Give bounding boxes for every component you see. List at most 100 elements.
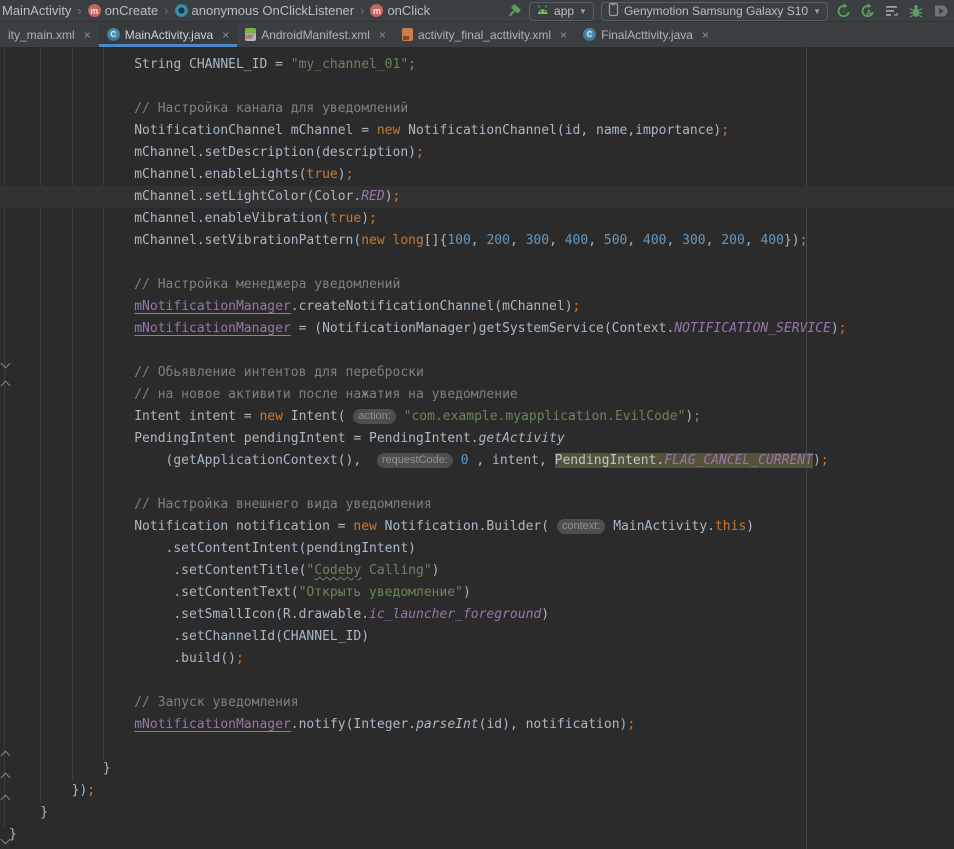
code-segment: NotificationChannel(id, name,importance)	[400, 123, 721, 138]
close-icon[interactable]: ×	[379, 29, 386, 41]
code-line[interactable]: mChannel.enableLights(true);	[9, 164, 954, 186]
close-icon[interactable]: ×	[702, 29, 709, 41]
close-icon[interactable]: ×	[84, 29, 91, 41]
code-segment: mNotificationManager	[134, 321, 291, 336]
code-line[interactable]: // Обьявление интентов для переброски	[9, 362, 954, 384]
chevron-down-icon: ▼	[813, 7, 821, 16]
code-segment: = (NotificationManager)getSystemService(…	[291, 321, 675, 336]
code-line[interactable]	[9, 252, 954, 274]
code-line[interactable]	[9, 670, 954, 692]
tab-label: MainActivity.java	[125, 28, 213, 42]
code-segment: 400	[565, 233, 588, 248]
method-icon: m	[370, 4, 383, 17]
code-line[interactable]: NotificationChannel mChannel = new Notif…	[9, 120, 954, 142]
android-icon	[536, 4, 549, 18]
tab-FinalActtivity.java[interactable]: C FinalActtivity.java ×	[575, 22, 717, 47]
code-line[interactable]: // Настройка менеджера уведомлений	[9, 274, 954, 296]
code-line[interactable]: mChannel.enableVibration(true);	[9, 208, 954, 230]
code-segment: // Обьявление интентов для переброски	[9, 365, 424, 380]
code-segment: }	[9, 761, 111, 776]
code-line[interactable]: mNotificationManager.createNotificationC…	[9, 296, 954, 318]
breadcrumb-item[interactable]: anonymous OnClickListener	[175, 3, 355, 18]
run-config-select[interactable]: app ▼	[529, 2, 594, 21]
code-line-current[interactable]: mChannel.setLightColor(Color.RED);	[0, 186, 954, 208]
code-line[interactable]: // Запуск уведомления	[9, 692, 954, 714]
code-segment: Notification notification =	[9, 519, 353, 534]
breadcrumb-item[interactable]: MainActivity	[2, 3, 71, 18]
code-line[interactable]: // Настройка канала для уведомлений	[9, 98, 954, 120]
close-icon[interactable]: ×	[560, 29, 567, 41]
code-line[interactable]: .setContentText("Открыть уведомление")	[9, 582, 954, 604]
tab-AndroidManifest.xml[interactable]: AndroidManifest.xml×	[237, 22, 394, 47]
code-segment: getActivity	[479, 431, 565, 446]
parameter-hint: action:	[353, 409, 395, 424]
code-line[interactable]: mNotificationManager.notify(Integer.pars…	[9, 714, 954, 736]
code-segment: RED	[361, 189, 384, 204]
profiler-icon[interactable]	[931, 3, 948, 20]
code-line[interactable]: .setContentIntent(pendingIntent)	[9, 538, 954, 560]
code-segment: 500	[604, 233, 627, 248]
build-hammer-icon[interactable]	[505, 3, 522, 20]
class-file-icon: C	[107, 28, 120, 41]
code-line[interactable]: // Настройка внешнего вида уведомления	[9, 494, 954, 516]
code-line[interactable]: .setSmallIcon(R.drawable.ic_launcher_for…	[9, 604, 954, 626]
tab-MainActivity.java[interactable]: C MainActivity.java ×	[99, 22, 238, 47]
tab-activity_final_acttivity.xml[interactable]: activity_final_acttivity.xml×	[394, 22, 575, 47]
breadcrumb-separator: ›	[360, 3, 364, 18]
code-line[interactable]: .setContentTitle("Codeby Calling")	[9, 560, 954, 582]
rerun-icon[interactable]	[835, 3, 852, 20]
code-line[interactable]: String CHANNEL_ID = "my_channel_01";	[9, 54, 954, 76]
apply-changes-icon[interactable]: A	[859, 3, 876, 20]
code-line[interactable]: (getApplicationContext(), requestCode: 0…	[9, 450, 954, 472]
code-area[interactable]: String CHANNEL_ID = "my_channel_01"; // …	[9, 54, 954, 846]
code-line[interactable]: .build();	[9, 648, 954, 670]
code-line[interactable]: }	[9, 758, 954, 780]
code-segment: PendingIntent pendingIntent = PendingInt…	[9, 431, 479, 446]
code-segment: ;	[800, 233, 808, 248]
code-segment: .build()	[9, 651, 236, 666]
breadcrumb-item[interactable]: monClick	[370, 3, 430, 18]
breadcrumb-label: onCreate	[105, 3, 158, 18]
device-select[interactable]: Genymotion Samsung Galaxy S10 ▼	[601, 2, 828, 21]
navigation-bar: MainActivity › m onCreate › anonymous OnClick…	[0, 0, 954, 22]
code-line[interactable]: mNotificationManager = (NotificationMana…	[9, 318, 954, 340]
debug-bug-icon[interactable]	[907, 3, 924, 20]
code-segment: }	[9, 805, 48, 820]
code-segment: ,	[627, 233, 643, 248]
breadcrumb-separator: ›	[77, 3, 81, 18]
chevron-down-icon: ▼	[579, 7, 587, 16]
code-line[interactable]: Notification notification = new Notifica…	[9, 516, 954, 538]
code-segment: ;	[369, 211, 377, 226]
close-icon[interactable]: ×	[222, 29, 229, 41]
code-line[interactable]: }	[9, 824, 954, 846]
parameter-hint: context:	[557, 519, 606, 534]
code-line[interactable]: // на новое активити после нажатия на ув…	[9, 384, 954, 406]
breadcrumb-item[interactable]: m onCreate	[88, 3, 158, 18]
method-icon: m	[88, 4, 101, 17]
tab-label: FinalActtivity.java	[601, 28, 693, 42]
class-file-icon: C	[583, 28, 596, 41]
code-segment: mChannel.setVibrationPattern(	[9, 233, 361, 248]
code-line[interactable]	[9, 76, 954, 98]
code-line[interactable]: .setChannelId(CHANNEL_ID)	[9, 626, 954, 648]
code-line[interactable]: PendingIntent pendingIntent = PendingInt…	[9, 428, 954, 450]
code-line[interactable]	[9, 736, 954, 758]
code-line[interactable]: Intent intent = new Intent( action: "com…	[9, 406, 954, 428]
code-segment: mNotificationManager	[134, 717, 291, 732]
code-segment	[453, 453, 461, 468]
apply-code-changes-icon[interactable]	[883, 3, 900, 20]
tab-ity_main.xml[interactable]: ity_main.xml×	[0, 22, 99, 47]
editor[interactable]: String CHANNEL_ID = "my_channel_01"; // …	[0, 47, 954, 849]
code-line[interactable]	[9, 340, 954, 362]
code-line[interactable]	[9, 472, 954, 494]
code-segment: )	[813, 453, 821, 468]
code-segment: ;	[346, 167, 354, 182]
code-line[interactable]: });	[9, 780, 954, 802]
code-segment: 0	[461, 453, 469, 468]
code-line[interactable]: mChannel.setDescription(description);	[9, 142, 954, 164]
code-segment: Intent(	[283, 409, 353, 424]
code-segment: )	[385, 189, 393, 204]
code-line[interactable]: }	[9, 802, 954, 824]
code-segment: mNotificationManager	[134, 299, 291, 314]
code-line[interactable]: mChannel.setVibrationPattern(new long[]{…	[9, 230, 954, 252]
